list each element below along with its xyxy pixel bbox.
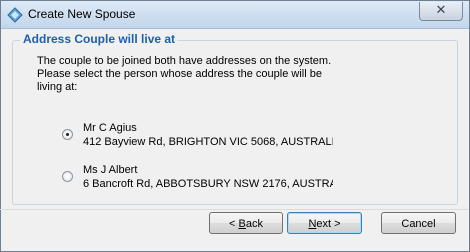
title-bar[interactable]: Create New Spouse ✕ xyxy=(1,1,469,29)
radio-dot xyxy=(66,133,69,136)
close-button[interactable]: ✕ xyxy=(419,2,463,21)
option-address: 6 Bancroft Rd, ABBOTSBURY NSW 2176, AUST… xyxy=(83,178,333,190)
option-name: Ms J Albert xyxy=(83,164,138,176)
back-button[interactable]: < Back xyxy=(209,212,283,234)
window-title: Create New Spouse xyxy=(28,7,136,21)
radio-button-selected[interactable] xyxy=(62,129,73,140)
cancel-button[interactable]: Cancel xyxy=(381,212,456,234)
diamond-app-icon xyxy=(7,7,23,23)
option-name: Mr C Agius xyxy=(83,122,137,134)
option-address: 412 Bayview Rd, BRIGHTON VIC 5068, AUSTR… xyxy=(83,136,333,148)
radio-button[interactable] xyxy=(62,171,73,182)
group-title: Address Couple will live at xyxy=(20,32,179,46)
next-button[interactable]: Next > xyxy=(287,212,362,234)
description-text: The couple to be joined both have addres… xyxy=(37,55,332,93)
close-icon: ✕ xyxy=(435,3,447,18)
button-separator xyxy=(0,209,468,210)
